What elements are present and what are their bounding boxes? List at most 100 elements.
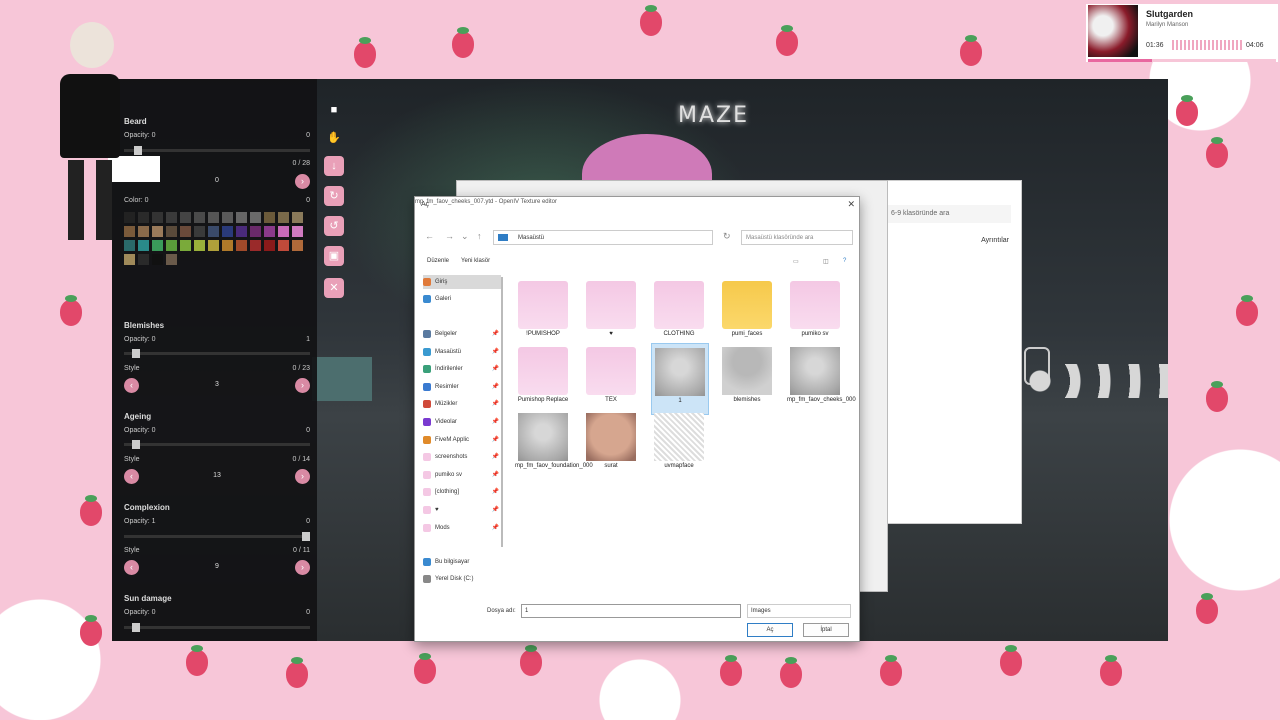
pin-icon[interactable]: 📌 xyxy=(492,362,499,376)
pin-icon[interactable]: 📌 xyxy=(492,397,499,411)
organize-button[interactable]: Düzenle xyxy=(427,258,449,264)
camera-icon[interactable]: ■ xyxy=(324,100,344,120)
sun-damage-opacity-slider[interactable] xyxy=(124,623,310,632)
ageing-style-stepper[interactable]: ‹ 13 › xyxy=(124,469,310,485)
details-view-button[interactable]: Ayrıntılar xyxy=(981,237,1009,244)
color-swatch[interactable] xyxy=(264,212,275,223)
sidebar-item[interactable]: [clothing] 📌 xyxy=(423,485,501,499)
navigation-scrollbar[interactable] xyxy=(501,277,503,547)
slider-knob[interactable] xyxy=(132,440,140,449)
color-swatch[interactable] xyxy=(250,212,261,223)
color-swatch[interactable] xyxy=(194,240,205,251)
file-tile[interactable]: CLOTHING xyxy=(651,277,707,347)
sidebar-item[interactable]: Müzikler 📌 xyxy=(423,397,501,411)
color-swatch[interactable] xyxy=(250,226,261,237)
color-swatch[interactable] xyxy=(250,240,261,251)
up-arrow-icon[interactable]: ↑ xyxy=(477,231,482,241)
file-tile[interactable]: TEX xyxy=(583,343,639,413)
file-tile[interactable]: mp_fm_faov_foundation_000 xyxy=(515,409,593,479)
address-bar[interactable]: Masaüstü xyxy=(493,230,713,245)
complexion-style-stepper[interactable]: ‹ 9 › xyxy=(124,560,310,576)
blemishes-style-stepper[interactable]: ‹ 3 › xyxy=(124,378,310,394)
pin-icon[interactable]: 📌 xyxy=(492,433,499,447)
undo-icon[interactable]: ↺ xyxy=(324,216,344,236)
color-swatch[interactable] xyxy=(194,212,205,223)
color-swatch[interactable] xyxy=(236,226,247,237)
color-swatch[interactable] xyxy=(180,240,191,251)
explorer-search-input[interactable]: 6-9 klasöründe ara xyxy=(885,205,1011,223)
dialog-search-input[interactable]: Masaüstü klasöründe ara xyxy=(741,230,853,245)
color-swatch[interactable] xyxy=(194,226,205,237)
pin-icon[interactable]: 📌 xyxy=(492,345,499,359)
file-tile[interactable]: blemishes xyxy=(719,343,775,413)
complexion-opacity-slider[interactable] xyxy=(124,532,310,541)
color-swatch[interactable] xyxy=(222,240,233,251)
file-tile[interactable]: surat xyxy=(583,409,639,479)
color-swatch[interactable] xyxy=(180,212,191,223)
color-swatch[interactable] xyxy=(166,254,177,265)
sidebar-item[interactable]: Masaüstü 📌 xyxy=(423,345,501,359)
beard-opacity-slider[interactable] xyxy=(124,146,310,155)
color-swatch[interactable] xyxy=(222,226,233,237)
rotate-icon[interactable]: ↻ xyxy=(324,186,344,206)
pin-icon[interactable]: 📌 xyxy=(492,450,499,464)
color-swatch[interactable] xyxy=(208,226,219,237)
next-arrow-icon[interactable]: › xyxy=(295,469,310,484)
pin-icon[interactable]: 📌 xyxy=(492,468,499,482)
color-swatch[interactable] xyxy=(208,212,219,223)
pin-icon[interactable]: 📌 xyxy=(492,380,499,394)
sidebar-item[interactable]: pumiko sv 📌 xyxy=(423,468,501,482)
sidebar-item[interactable]: Resimler 📌 xyxy=(423,380,501,394)
next-arrow-icon[interactable]: › xyxy=(295,378,310,393)
color-swatch[interactable] xyxy=(152,226,163,237)
color-swatch[interactable] xyxy=(152,240,163,251)
blemishes-opacity-slider[interactable] xyxy=(124,349,310,358)
color-swatch[interactable] xyxy=(264,226,275,237)
slider-knob[interactable] xyxy=(132,623,140,632)
file-tile[interactable]: pumi_faces xyxy=(719,277,775,347)
file-tile[interactable]: uvmapface xyxy=(651,409,707,479)
next-arrow-icon[interactable]: › xyxy=(295,174,310,189)
sidebar-item[interactable]: Yerel Disk (C:) xyxy=(423,572,501,586)
pin-icon[interactable]: 📌 xyxy=(492,415,499,429)
sidebar-item[interactable]: İndirilenler 📌 xyxy=(423,362,501,376)
pin-icon[interactable]: 📌 xyxy=(492,521,499,535)
file-tile[interactable]: pumiko sv xyxy=(787,277,843,347)
chevron-down-icon[interactable]: ⌄ xyxy=(461,231,469,242)
sidebar-item[interactable]: ♥ 📌 xyxy=(423,503,501,517)
sidebar-item[interactable]: Giriş xyxy=(423,275,501,289)
color-swatch[interactable] xyxy=(152,212,163,223)
refresh-icon[interactable]: ↻ xyxy=(723,231,731,242)
color-swatch[interactable] xyxy=(292,240,303,251)
file-tile[interactable]: Pumishop Replace xyxy=(515,343,571,413)
file-tile[interactable]: ♥ xyxy=(583,277,639,347)
open-button[interactable]: Aç xyxy=(747,623,793,637)
ageing-opacity-slider[interactable] xyxy=(124,440,310,449)
view-icon[interactable]: ▭ xyxy=(793,258,799,265)
color-swatch[interactable] xyxy=(124,254,135,265)
help-icon[interactable]: ? xyxy=(843,258,846,264)
next-arrow-icon[interactable]: › xyxy=(295,560,310,575)
color-swatch[interactable] xyxy=(180,226,191,237)
filetype-select[interactable]: Images xyxy=(747,604,851,618)
sidebar-item[interactable]: Bu bilgisayar xyxy=(423,555,501,569)
pin-icon[interactable]: 📌 xyxy=(492,503,499,517)
save-icon[interactable]: ▣ xyxy=(324,246,344,266)
sidebar-item[interactable]: FiveM Applic 📌 xyxy=(423,433,501,447)
file-tile[interactable]: 1 xyxy=(651,343,709,415)
color-swatch[interactable] xyxy=(208,240,219,251)
slider-knob[interactable] xyxy=(302,532,310,541)
slider-knob[interactable] xyxy=(132,349,140,358)
color-swatch[interactable] xyxy=(166,240,177,251)
file-tile[interactable]: mp_fm_faov_cheeks_000 xyxy=(787,343,856,413)
close-icon[interactable]: ✕ xyxy=(324,278,344,298)
sidebar-item[interactable]: screenshots 📌 xyxy=(423,450,501,464)
download-icon[interactable]: ↓ xyxy=(324,156,344,176)
color-swatch[interactable] xyxy=(166,212,177,223)
color-swatch[interactable] xyxy=(264,240,275,251)
hand-icon[interactable]: ✋ xyxy=(324,128,344,148)
cancel-button[interactable]: İptal xyxy=(803,623,849,637)
color-swatch[interactable] xyxy=(236,212,247,223)
sidebar-item[interactable]: Galeri xyxy=(423,292,501,306)
color-swatch[interactable] xyxy=(278,226,289,237)
